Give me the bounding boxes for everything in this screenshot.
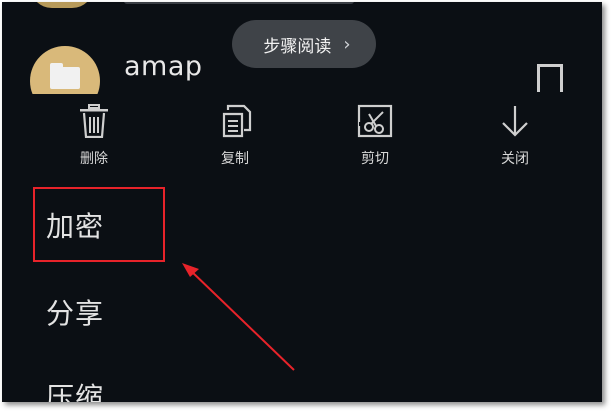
annotation-arrow (182, 263, 295, 371)
screenshot-frame: amap 步骤阅读 › 删除 复制 剪切 关闭 加密 分享 压缩 (2, 2, 602, 402)
